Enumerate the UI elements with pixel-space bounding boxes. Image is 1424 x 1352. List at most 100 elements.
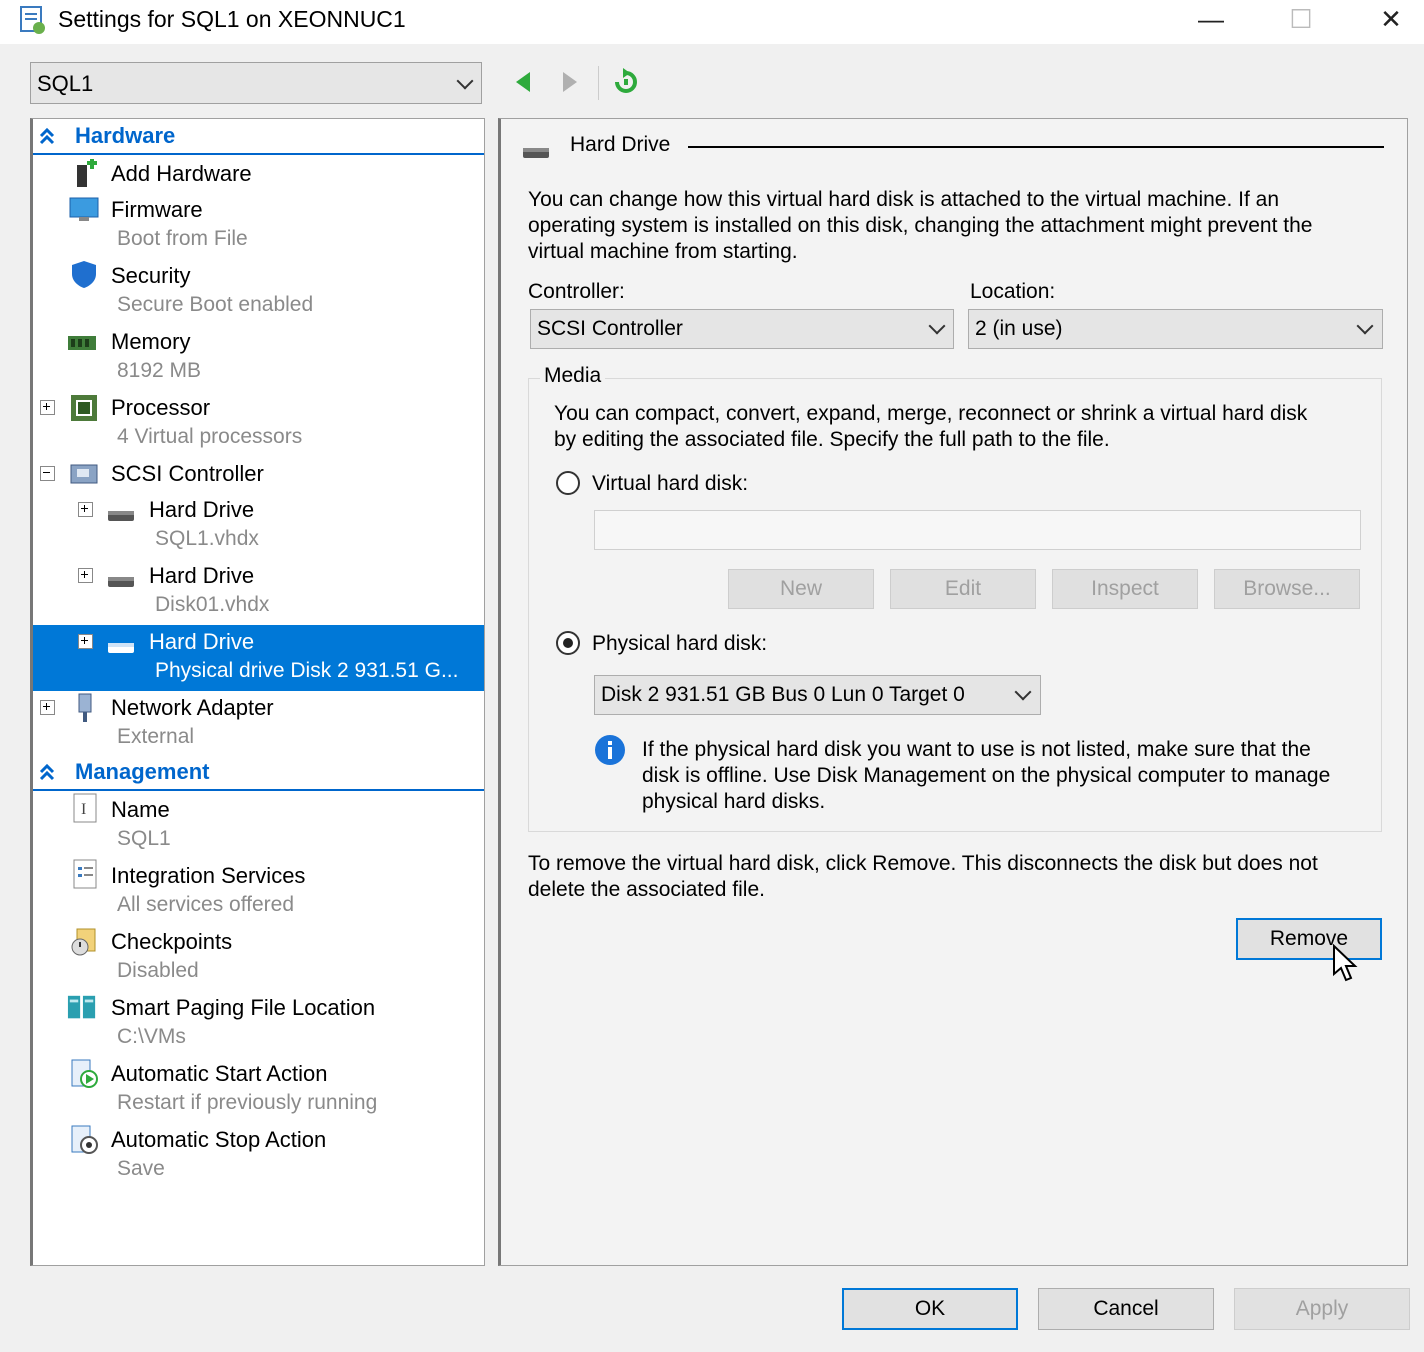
info-text-line-3: physical hard disks. [642, 790, 826, 813]
hard-drive-2-expand-toggle[interactable] [78, 568, 93, 583]
tree-item-processor[interactable]: Processor [111, 395, 210, 421]
automatic-start-icon [71, 1059, 98, 1088]
tree-item-network-adapter-sub: External [117, 725, 195, 748]
network-adapter-expand-toggle[interactable] [40, 700, 55, 715]
processor-expand-toggle[interactable] [40, 400, 55, 415]
tree-item-hard-drive-1-sub: SQL1.vhdx [155, 527, 259, 550]
toolbar-divider [598, 66, 599, 100]
refresh-icon[interactable] [612, 68, 640, 96]
scsi-controller-icon [70, 464, 98, 484]
tree-item-network-adapter[interactable]: Network Adapter [111, 695, 274, 721]
hard-drive-1-expand-toggle[interactable] [78, 502, 93, 517]
physical-disk-select-value: Disk 2 931.51 GB Bus 0 Lun 0 Target 0 [601, 683, 965, 706]
chevron-down-icon [456, 72, 474, 90]
physical-disk-select[interactable]: Disk 2 931.51 GB Bus 0 Lun 0 Target 0 [594, 675, 1041, 715]
integration-services-icon [73, 859, 97, 889]
media-text-line-2: by editing the associated file. Specify … [554, 428, 1110, 451]
tree-item-security[interactable]: Security [111, 263, 190, 289]
browse-button[interactable]: Browse... [1214, 569, 1360, 609]
location-label: Location: [970, 280, 1056, 303]
svg-text:I: I [81, 801, 86, 818]
controller-label: Controller: [528, 280, 625, 303]
media-text-line-1: You can compact, convert, expand, merge,… [554, 402, 1308, 425]
tree-item-security-sub: Secure Boot enabled [117, 293, 314, 316]
name-text-icon: I [73, 793, 97, 823]
tree-item-name[interactable]: Name [111, 797, 170, 823]
hard-drive-icon [108, 511, 134, 521]
info-text-line-1: If the physical hard disk you want to us… [642, 738, 1311, 761]
hard-drive-3-expand-toggle[interactable] [78, 634, 93, 649]
tree-item-add-hardware[interactable]: Add Hardware [111, 161, 252, 187]
tree-item-smart-paging-sub: C:\VMs [117, 1025, 186, 1048]
automatic-stop-icon [71, 1125, 98, 1154]
tree-item-hard-drive-2[interactable]: Hard Drive [149, 563, 254, 589]
maximize-button[interactable]: ☐ [1256, 0, 1346, 40]
physical-hard-disk-label[interactable]: Physical hard disk: [592, 631, 767, 657]
tree-item-scsi-controller[interactable]: SCSI Controller [111, 461, 264, 487]
tree-item-firmware-sub: Boot from File [117, 227, 248, 250]
tree-item-automatic-start-sub: Restart if previously running [117, 1091, 378, 1114]
controller-select-value: SCSI Controller [537, 317, 683, 340]
intro-text-line-3: virtual machine from starting. [528, 240, 798, 263]
mouse-cursor-icon [1333, 944, 1358, 982]
management-section-header[interactable]: Management [33, 755, 484, 791]
remove-text-line-1: To remove the virtual hard disk, click R… [528, 852, 1318, 875]
management-header-label: Management [75, 759, 210, 784]
hard-drive-icon [523, 148, 549, 158]
settings-tree: Hardware Add Hardware Firmware Boot from… [30, 118, 485, 1266]
location-select[interactable]: 2 (in use) [968, 309, 1383, 349]
virtual-hard-disk-radio[interactable] [556, 471, 580, 495]
remove-text-line-2: delete the associated file. [528, 878, 765, 901]
tree-item-smart-paging[interactable]: Smart Paging File Location [111, 995, 375, 1021]
processor-icon [71, 395, 97, 421]
apply-button[interactable]: Apply [1234, 1288, 1410, 1330]
hard-drive-icon [108, 643, 134, 653]
memory-chip-icon [68, 336, 96, 350]
vm-selector-value: SQL1 [37, 71, 94, 96]
virtual-hard-disk-path-input[interactable] [594, 510, 1361, 550]
ok-button[interactable]: OK [842, 1288, 1018, 1330]
smart-paging-icon [67, 995, 96, 1019]
info-icon [595, 735, 625, 765]
controller-select[interactable]: SCSI Controller [530, 309, 954, 349]
tree-item-automatic-stop-sub: Save [117, 1157, 165, 1180]
tree-item-memory[interactable]: Memory [111, 329, 190, 355]
minimize-button[interactable]: — [1166, 0, 1256, 40]
new-button[interactable]: New [728, 569, 874, 609]
tree-item-integration-services-sub: All services offered [117, 893, 295, 916]
tree-item-hard-drive-1[interactable]: Hard Drive [149, 497, 254, 523]
inspect-button[interactable]: Inspect [1052, 569, 1198, 609]
tree-item-checkpoints-sub: Disabled [117, 959, 199, 982]
tree-item-automatic-stop[interactable]: Automatic Stop Action [111, 1127, 326, 1153]
tree-item-automatic-start[interactable]: Automatic Start Action [111, 1061, 327, 1087]
remove-button[interactable]: Remove [1236, 918, 1382, 960]
hardware-section-header[interactable]: Hardware [33, 119, 484, 155]
hardware-header-label: Hardware [75, 123, 176, 148]
tree-item-hard-drive-3-sub: Physical drive Disk 2 931.51 G... [155, 659, 459, 682]
collapse-double-chevron-icon [39, 763, 55, 781]
close-button[interactable]: ✕ [1346, 0, 1424, 40]
back-arrow-icon[interactable] [510, 68, 538, 96]
forward-arrow-icon[interactable] [555, 68, 583, 96]
firmware-monitor-icon [69, 197, 99, 221]
media-group-label: Media [540, 364, 606, 388]
hard-drive-icon [108, 577, 134, 587]
network-adapter-icon [78, 693, 92, 722]
virtual-hard-disk-label[interactable]: Virtual hard disk: [592, 471, 748, 497]
heading-rule [688, 146, 1384, 148]
tree-item-checkpoints[interactable]: Checkpoints [111, 929, 232, 955]
cancel-button[interactable]: Cancel [1038, 1288, 1214, 1330]
edit-button[interactable]: Edit [890, 569, 1036, 609]
tree-item-integration-services[interactable]: Integration Services [111, 863, 305, 889]
tree-item-name-sub: SQL1 [117, 827, 171, 850]
shield-icon [72, 261, 96, 288]
physical-hard-disk-radio[interactable] [556, 631, 580, 655]
window-title: Settings for SQL1 on XEONNUC1 [58, 6, 406, 32]
scsi-collapse-toggle[interactable] [40, 466, 55, 481]
chevron-down-icon [1014, 683, 1032, 701]
chevron-down-icon [928, 317, 946, 335]
panel-heading: Hard Drive [570, 133, 671, 156]
tree-item-firmware[interactable]: Firmware [111, 197, 203, 223]
intro-text-line-1: You can change how this virtual hard dis… [528, 188, 1279, 211]
vm-selector[interactable]: SQL1 [30, 62, 482, 104]
